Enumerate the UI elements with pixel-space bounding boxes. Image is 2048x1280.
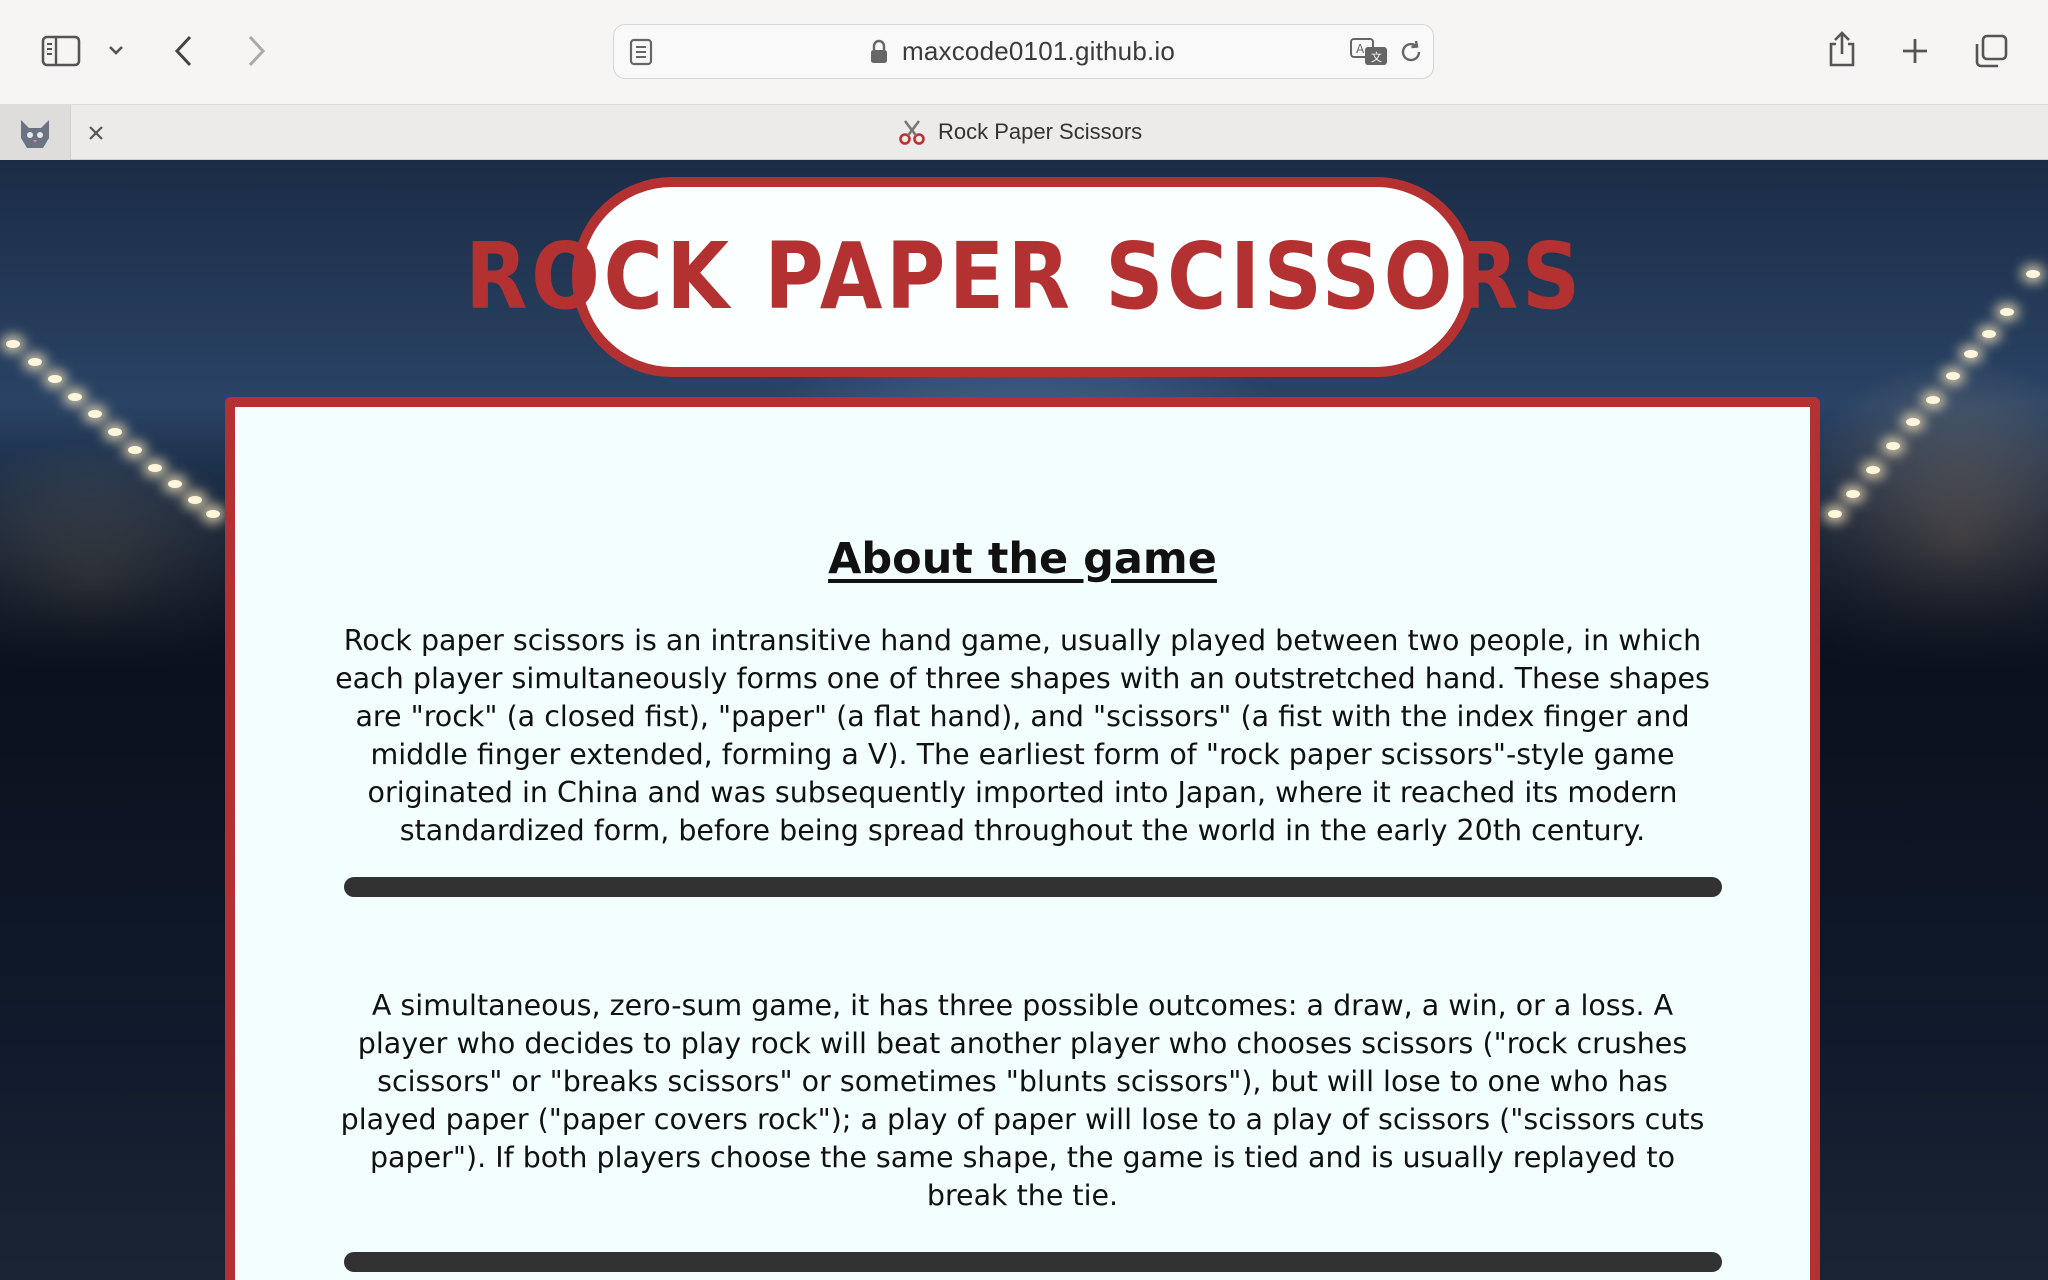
reader-icon[interactable]	[626, 37, 656, 67]
translate-icon[interactable]: A文	[1348, 36, 1390, 68]
reload-icon[interactable]	[1396, 37, 1426, 67]
new-tab-icon[interactable]	[1898, 34, 1932, 68]
svg-text:A: A	[1356, 42, 1365, 56]
active-tab-title[interactable]: Rock Paper Scissors	[938, 119, 1142, 145]
scissors-glyph-icon	[899, 120, 925, 145]
about-paragraph-2: A simultaneous, zero-sum game, it has th…	[340, 989, 1705, 1212]
stadium-stand-right	[1818, 400, 2048, 1280]
svg-text:文: 文	[1371, 50, 1382, 64]
back-icon[interactable]	[168, 32, 200, 70]
section-divider	[344, 877, 1722, 897]
section-divider-2	[344, 1252, 1722, 1272]
pinned-tab[interactable]	[0, 105, 71, 160]
lock-icon	[867, 37, 891, 67]
about-paragraph-1: Rock paper scissors is an intransitive h…	[335, 624, 1710, 847]
tab-bar: Rock Paper Scissors	[0, 104, 2048, 160]
title-banner: ROCK PAPER SCISSORS	[465, 177, 1580, 377]
browser-toolbar: maxcode0101.github.io A文	[0, 0, 2048, 104]
chevron-down-icon[interactable]	[104, 38, 128, 62]
address-bar[interactable]: maxcode0101.github.io A文	[613, 24, 1434, 79]
page-title: ROCK PAPER SCISSORS	[464, 223, 1584, 330]
tab-overview-icon[interactable]	[1972, 32, 2010, 70]
cat-avatar-icon	[21, 119, 49, 148]
stadium-stand-left	[0, 400, 230, 1280]
sidebar-toggle-icon[interactable]	[38, 32, 84, 70]
about-card: About the game Rock paper scissors is an…	[225, 397, 1820, 1280]
about-heading: About the game	[828, 534, 1217, 584]
share-icon[interactable]	[1824, 28, 1860, 70]
forward-icon[interactable]	[240, 32, 272, 70]
url-text: maxcode0101.github.io	[902, 36, 1176, 66]
page-viewport[interactable]: ROCK PAPER SCISSORS About the game Rock …	[0, 160, 2048, 1280]
close-tab-icon[interactable]	[84, 121, 108, 145]
